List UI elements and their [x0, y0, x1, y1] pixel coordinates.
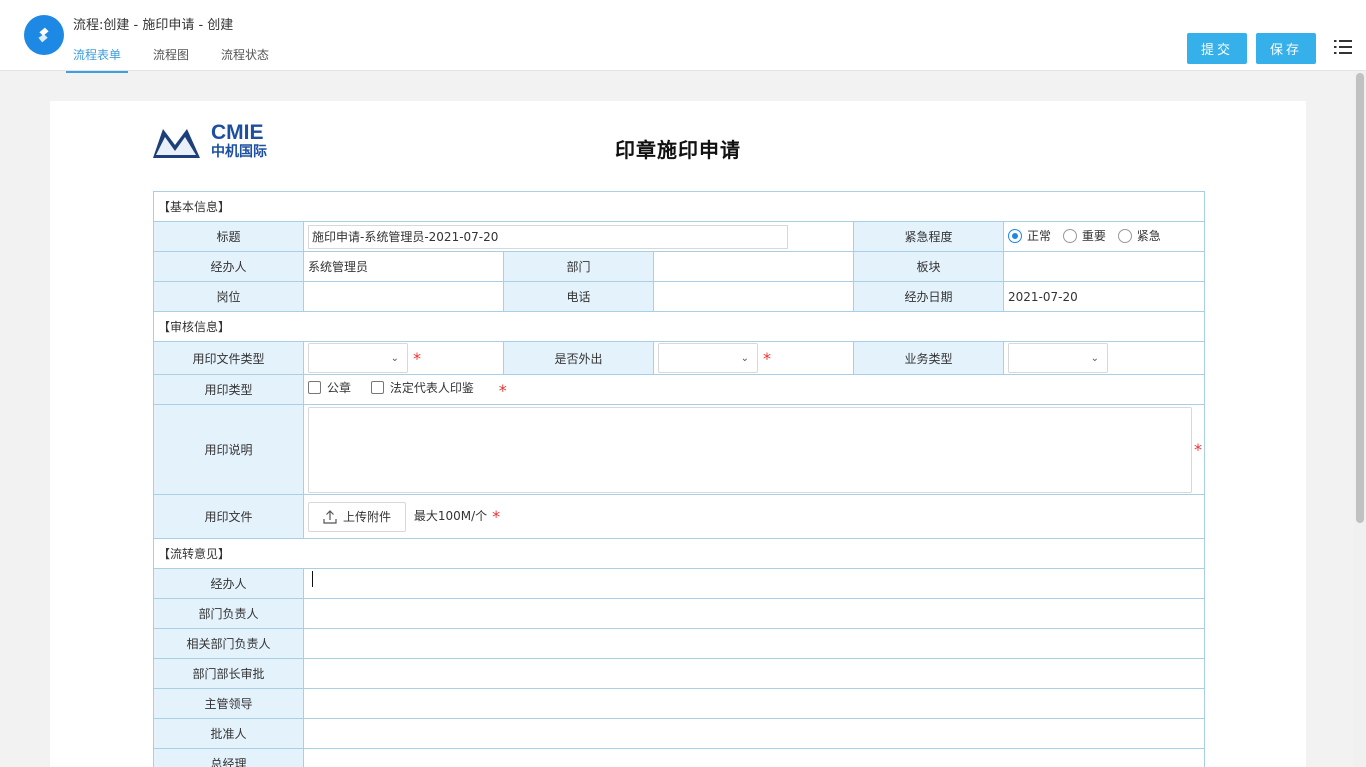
block-value	[1002, 251, 1206, 282]
urgency-radio-group: 正常 重要 紧急	[1002, 221, 1206, 252]
label-opinion-dept-head: 部门负责人	[153, 598, 304, 629]
desc-textarea[interactable]	[308, 406, 1192, 493]
opinion-dept-minister-field[interactable]	[302, 658, 1206, 689]
handler-value: 系统管理员	[303, 251, 504, 282]
radio-normal[interactable]: 正常	[1008, 227, 1051, 244]
form-paper: CMIE 中机国际 印章施印申请 【基本信息】 标题 紧急程度 正常 重要 紧急…	[50, 101, 1306, 767]
required-mark: *	[763, 348, 771, 368]
label-block: 板块	[853, 251, 1004, 282]
phone-value	[653, 281, 854, 312]
label-opinion-dept-minister: 部门部长审批	[153, 658, 304, 689]
checkbox-legal-rep-seal[interactable]: 法定代表人印鉴	[370, 379, 474, 396]
section-flow-opinion: 【流转意见】	[152, 538, 1206, 569]
app-header: 流程:创建 - 施印申请 - 创建 流程表单 流程图 流程状态 提交 保存	[0, 0, 1366, 73]
label-opinion-gm: 总经理	[153, 748, 304, 767]
opinion-leader-field[interactable]	[302, 688, 1206, 719]
save-button[interactable]: 保存	[1256, 33, 1316, 64]
tab-bar: 流程表单 流程图 流程状态	[66, 44, 294, 73]
label-desc: 用印说明	[153, 404, 304, 495]
required-mark: *	[413, 348, 421, 368]
title-input[interactable]	[308, 224, 788, 249]
chevron-down-icon: ⌄	[1090, 353, 1099, 364]
radio-important[interactable]: 重要	[1062, 227, 1106, 244]
checkbox-official-seal[interactable]: 公章	[308, 379, 351, 396]
label-opinion-approver: 批准人	[153, 718, 304, 749]
label-opinion-related-dept-head: 相关部门负责人	[153, 628, 304, 659]
application-form: 【基本信息】 标题 紧急程度 正常 重要 紧急 经办人 系统管理员 部门 板块 …	[152, 191, 1206, 767]
biz-type-select[interactable]: ⌄	[1008, 343, 1108, 373]
label-phone: 电话	[503, 281, 654, 312]
label-opinion-handler: 经办人	[153, 568, 304, 599]
label-out: 是否外出	[503, 341, 654, 375]
label-position: 岗位	[153, 281, 304, 312]
chevron-down-icon: ⌄	[390, 353, 399, 364]
label-seal-type: 用印类型	[153, 374, 304, 405]
doc-type-select[interactable]: ⌄	[308, 343, 408, 373]
dept-value	[653, 251, 854, 282]
page-title: 流程:创建 - 施印申请 - 创建	[73, 18, 234, 33]
required-mark: *	[1194, 440, 1202, 459]
opinion-gm-field[interactable]	[302, 748, 1206, 767]
handle-date-value: 2021-07-20	[1002, 281, 1206, 312]
out-select[interactable]: ⌄	[658, 343, 758, 373]
app-logo-icon	[24, 15, 64, 55]
label-urgency: 紧急程度	[853, 221, 1004, 252]
vertical-scrollbar[interactable]	[1354, 71, 1366, 767]
opinion-approver-field[interactable]	[302, 718, 1206, 749]
label-files: 用印文件	[153, 494, 304, 539]
opinion-related-dept-head-field[interactable]	[302, 628, 1206, 659]
radio-urgent[interactable]: 紧急	[1117, 227, 1161, 244]
label-handler: 经办人	[153, 251, 304, 282]
upload-button[interactable]: 上传附件	[308, 501, 407, 532]
tab-flowchart[interactable]: 流程图	[146, 44, 196, 73]
text-caret	[312, 571, 313, 587]
opinion-handler-field[interactable]	[302, 568, 1206, 599]
section-basic-info: 【基本信息】	[152, 191, 1206, 222]
upload-icon	[323, 509, 337, 524]
upload-hint: 最大100M/个	[413, 509, 488, 523]
label-opinion-leader: 主管领导	[153, 688, 304, 719]
label-handle-date: 经办日期	[853, 281, 1004, 312]
tab-form[interactable]: 流程表单	[66, 44, 129, 73]
label-doc-type: 用印文件类型	[153, 341, 304, 375]
label-dept: 部门	[503, 251, 654, 282]
scroll-thumb[interactable]	[1356, 73, 1364, 523]
label-title: 标题	[153, 221, 304, 252]
section-review-info: 【审核信息】	[152, 311, 1206, 342]
list-menu-icon[interactable]	[1334, 39, 1352, 55]
position-value	[303, 281, 504, 312]
opinion-dept-head-field[interactable]	[302, 598, 1206, 629]
tab-flow-status[interactable]: 流程状态	[214, 44, 276, 73]
form-title: 印章施印申请	[615, 138, 741, 162]
required-mark: *	[498, 381, 507, 400]
required-mark: *	[492, 507, 501, 526]
label-biz-type: 业务类型	[853, 341, 1004, 375]
submit-button[interactable]: 提交	[1187, 33, 1247, 64]
chevron-down-icon: ⌄	[740, 353, 749, 364]
